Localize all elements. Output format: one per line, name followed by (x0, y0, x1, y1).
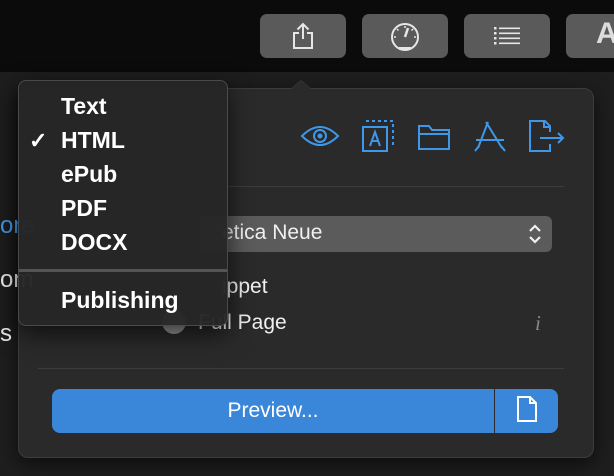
info-icon[interactable]: i (535, 311, 541, 336)
menu-item-html[interactable]: HTML (61, 127, 125, 154)
font-button[interactable]: A (566, 14, 614, 58)
document-button[interactable] (495, 389, 558, 433)
text-box-icon (360, 118, 396, 159)
outline-button[interactable] (464, 14, 550, 58)
folder-icon (417, 121, 451, 156)
menu-item-publishing[interactable]: Publishing (61, 287, 179, 314)
font-letter-icon: A (596, 17, 614, 50)
eye-icon (300, 122, 340, 155)
menu-item-text[interactable]: Text (61, 93, 107, 120)
checkmark-icon: ✓ (29, 128, 48, 153)
export-file-button[interactable] (526, 118, 566, 158)
list-icon (493, 26, 521, 46)
separator-bottom (38, 368, 564, 369)
statistics-button[interactable] (362, 14, 448, 58)
menu-item-docx[interactable]: DOCX (61, 229, 127, 256)
export-arrow-icon (526, 118, 566, 159)
speedometer-icon (388, 21, 422, 51)
menu-separator (19, 269, 227, 272)
background-label-3: s (0, 320, 12, 347)
document-icon (516, 395, 538, 428)
share-button[interactable] (260, 14, 346, 58)
folder-button[interactable] (414, 118, 454, 158)
share-icon (291, 22, 315, 50)
export-format-menu: Text ✓ HTML ePub PDF DOCX Publishing (18, 80, 228, 326)
menu-item-pdf[interactable]: PDF (61, 195, 107, 222)
font-select[interactable]: etica Neue (200, 216, 552, 252)
toolbar: A (0, 0, 614, 72)
app-store-icon (472, 118, 508, 159)
chevron-up-down-icon (526, 222, 544, 246)
preview-eye-button[interactable] (300, 118, 340, 158)
preview-button[interactable]: Preview... (52, 389, 494, 433)
popover-arrow-fill (291, 81, 311, 89)
snippet-option-label[interactable]: ippet (222, 275, 268, 299)
font-select-value: etica Neue (222, 221, 323, 244)
app-store-button[interactable] (470, 118, 510, 158)
menu-item-epub[interactable]: ePub (61, 161, 117, 188)
text-box-button[interactable] (358, 118, 398, 158)
